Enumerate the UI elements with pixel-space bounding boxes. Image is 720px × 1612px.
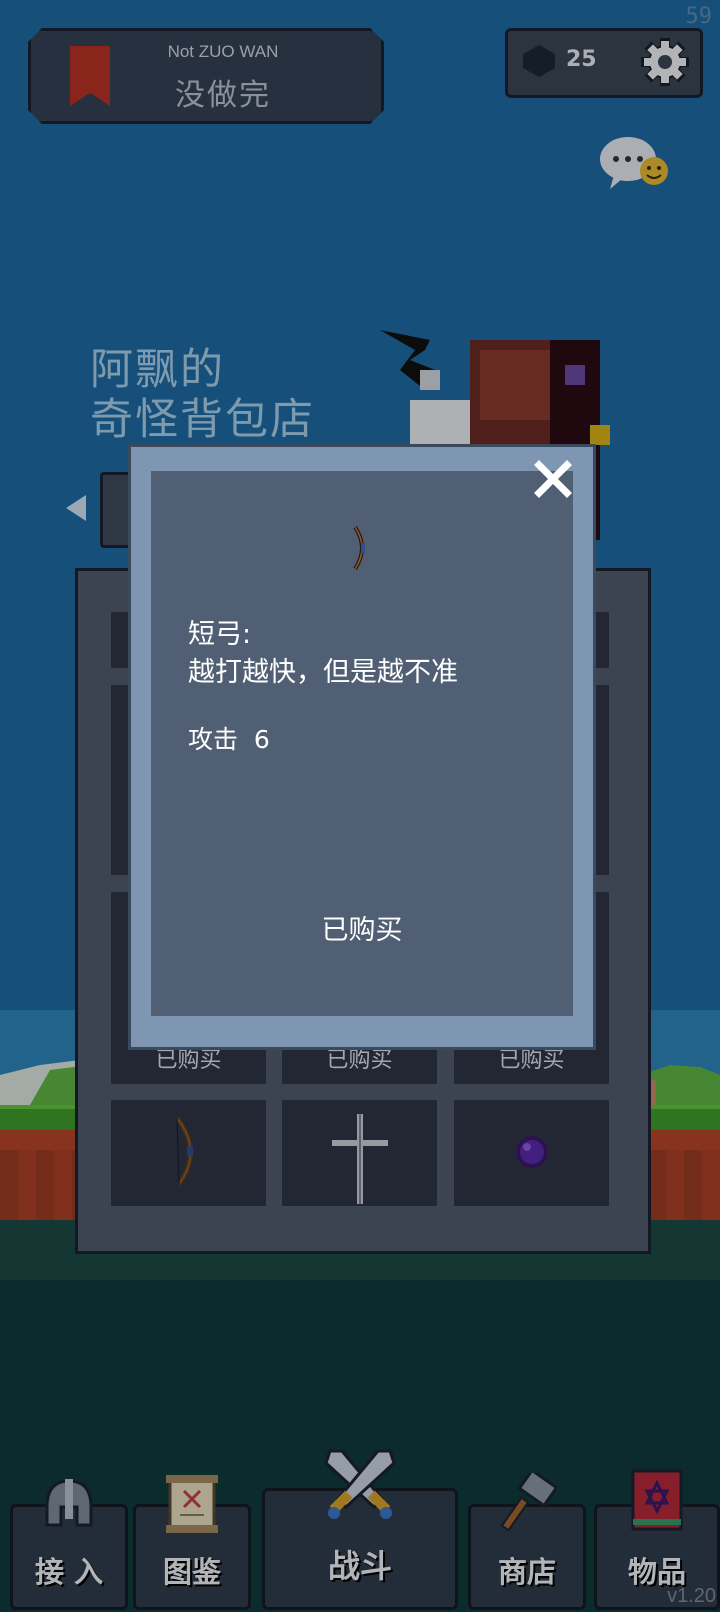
stat-label: 攻击 (188, 725, 239, 754)
item-name: 短弓: (188, 619, 252, 650)
item-description: 越打越快，但是越不准 (188, 657, 458, 688)
close-icon[interactable] (533, 459, 573, 499)
game-scene: Not ZUO WAN 没做完 25 阿飘的 奇怪背包店 已购买 已购买 已购买… (0, 0, 720, 1612)
item-stat: 攻击 6 (188, 720, 270, 756)
short-bow-icon (353, 525, 365, 571)
stat-value: 6 (253, 725, 270, 754)
purchase-status: 已购买 (321, 915, 403, 946)
